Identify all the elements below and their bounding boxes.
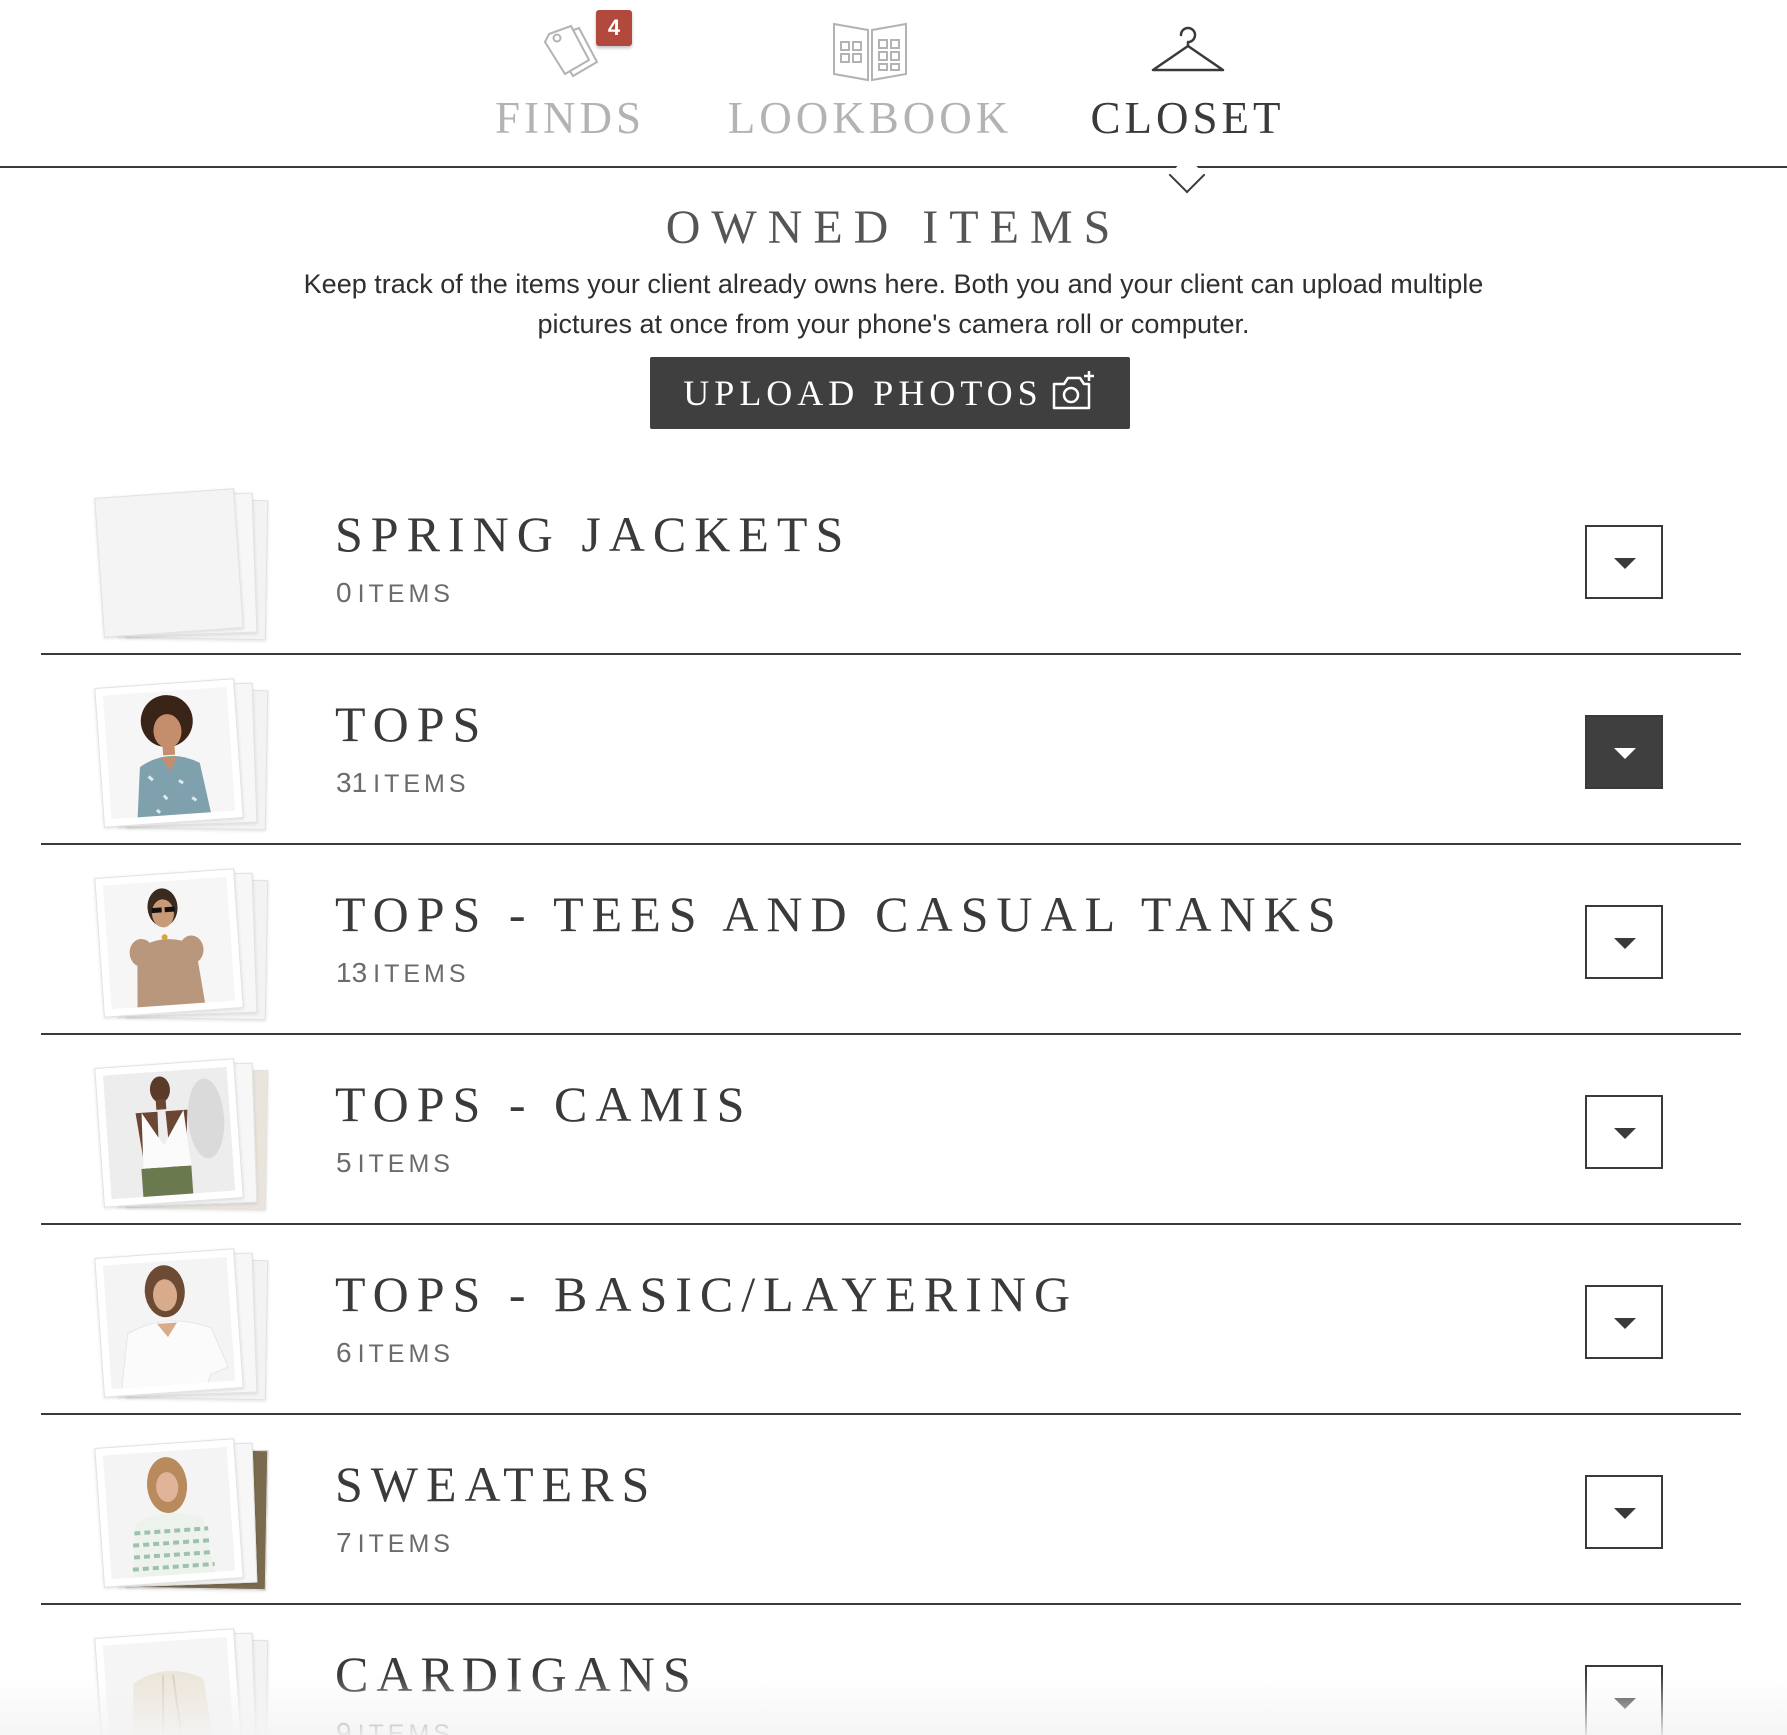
caret-down-icon <box>1614 558 1636 569</box>
expand-toggle-button[interactable] <box>1585 1665 1663 1735</box>
item-count-unit: ITEMS <box>373 960 470 988</box>
item-count-unit: ITEMS <box>357 1530 454 1558</box>
section-title: OWNED ITEMS <box>665 201 1122 254</box>
category-thumbnail-stack <box>94 1628 269 1735</box>
category-list: SPRING JACKETS 0 ITEMS TOPS 31 ITEMS TOP… <box>0 465 1787 1735</box>
category-thumbnail <box>94 1058 244 1208</box>
tab-finds-label: FINDS <box>494 93 646 143</box>
section-description: Keep track of the items your client alre… <box>303 269 1484 339</box>
caret-down-icon <box>1614 1318 1636 1329</box>
caret-down-icon <box>1614 1128 1636 1139</box>
tab-finds[interactable]: 4 FINDS <box>480 0 660 168</box>
item-count: 5 <box>336 1147 352 1178</box>
category-thumbnail <box>94 1248 244 1398</box>
expand-toggle-button[interactable] <box>1585 1285 1663 1359</box>
category-thumbnail <box>94 1628 244 1735</box>
expand-toggle-button[interactable] <box>1585 1095 1663 1169</box>
expand-toggle-button[interactable] <box>1585 525 1663 599</box>
category-name: CARDIGANS <box>335 1646 699 1702</box>
category-thumbnail-stack <box>94 1438 269 1591</box>
item-count-unit: ITEMS <box>357 1720 454 1735</box>
hanger-icon <box>1150 26 1226 80</box>
finds-count-badge: 4 <box>596 10 632 46</box>
category-row-tees-and-casual-tanks[interactable]: TOPS - TEES AND CASUAL TANKS 13 ITEMS <box>41 845 1741 1035</box>
category-name: TOPS - CAMIS <box>335 1076 753 1132</box>
category-thumbnail <box>94 1438 244 1588</box>
upload-photos-label: UPLOAD PHOTOS <box>683 373 1043 413</box>
category-name: TOPS <box>335 696 489 752</box>
expand-toggle-button[interactable] <box>1585 715 1663 789</box>
item-count-unit: ITEMS <box>357 580 454 608</box>
category-count: 0 ITEMS <box>336 577 454 609</box>
category-row-camis[interactable]: TOPS - CAMIS 5 ITEMS <box>41 1035 1741 1225</box>
category-name: TOPS - BASIC/LAYERING <box>335 1266 1079 1322</box>
category-row-tops[interactable]: TOPS 31 ITEMS <box>41 655 1741 845</box>
category-row-sweaters[interactable]: SWEATERS 7 ITEMS <box>41 1415 1741 1605</box>
caret-down-icon <box>1614 1508 1636 1519</box>
category-count: 9 ITEMS <box>336 1717 454 1735</box>
category-row-spring-jackets[interactable]: SPRING JACKETS 0 ITEMS <box>41 465 1741 655</box>
item-count-unit: ITEMS <box>373 770 470 798</box>
tab-lookbook-label: LOOKBOOK <box>727 93 1013 143</box>
category-thumbnail-stack <box>94 488 269 641</box>
category-count: 7 ITEMS <box>336 1527 454 1559</box>
camera-plus-icon <box>1051 370 1097 416</box>
price-tag-icon <box>535 18 605 88</box>
category-row-basic-layering[interactable]: TOPS - BASIC/LAYERING 6 ITEMS <box>41 1225 1741 1415</box>
category-thumbnail-stack <box>94 678 269 831</box>
expand-toggle-button[interactable] <box>1585 1475 1663 1549</box>
category-thumbnail-stack <box>94 1248 269 1401</box>
caret-down-icon <box>1614 748 1636 759</box>
category-count: 13 ITEMS <box>336 957 470 989</box>
upload-photos-button[interactable]: UPLOAD PHOTOS <box>650 357 1130 429</box>
category-name: TOPS - TEES AND CASUAL TANKS <box>335 886 1344 942</box>
category-name: SWEATERS <box>335 1456 658 1512</box>
caret-down-icon <box>1614 938 1636 949</box>
closet-tabs: 4 FINDS LOOKBOOK CLOSET <box>0 0 1787 194</box>
item-count-unit: ITEMS <box>357 1340 454 1368</box>
lookbook-icon <box>832 18 908 86</box>
item-count: 9 <box>336 1717 352 1735</box>
category-thumbnail <box>94 678 244 828</box>
item-count: 31 <box>336 767 368 798</box>
category-thumbnail-stack <box>94 1058 269 1211</box>
category-count: 31 ITEMS <box>336 767 470 799</box>
category-count: 5 ITEMS <box>336 1147 454 1179</box>
caret-down-icon <box>1614 1698 1636 1709</box>
tab-divider <box>0 166 1787 168</box>
tab-closet-label: CLOSET <box>1090 93 1285 143</box>
item-count-unit: ITEMS <box>357 1150 454 1178</box>
item-count: 7 <box>336 1527 352 1558</box>
category-row-cardigans[interactable]: CARDIGANS 9 ITEMS <box>41 1605 1741 1735</box>
category-name: SPRING JACKETS <box>335 506 852 562</box>
item-count: 0 <box>336 577 352 608</box>
category-thumbnail <box>94 868 244 1018</box>
item-count: 6 <box>336 1337 352 1368</box>
expand-toggle-button[interactable] <box>1585 905 1663 979</box>
tab-closet[interactable]: CLOSET <box>1080 0 1295 168</box>
tab-lookbook[interactable]: LOOKBOOK <box>725 0 1015 168</box>
empty-thumbnail <box>94 488 244 638</box>
item-count: 13 <box>336 957 368 988</box>
category-count: 6 ITEMS <box>336 1337 454 1369</box>
category-thumbnail-stack <box>94 868 269 1021</box>
